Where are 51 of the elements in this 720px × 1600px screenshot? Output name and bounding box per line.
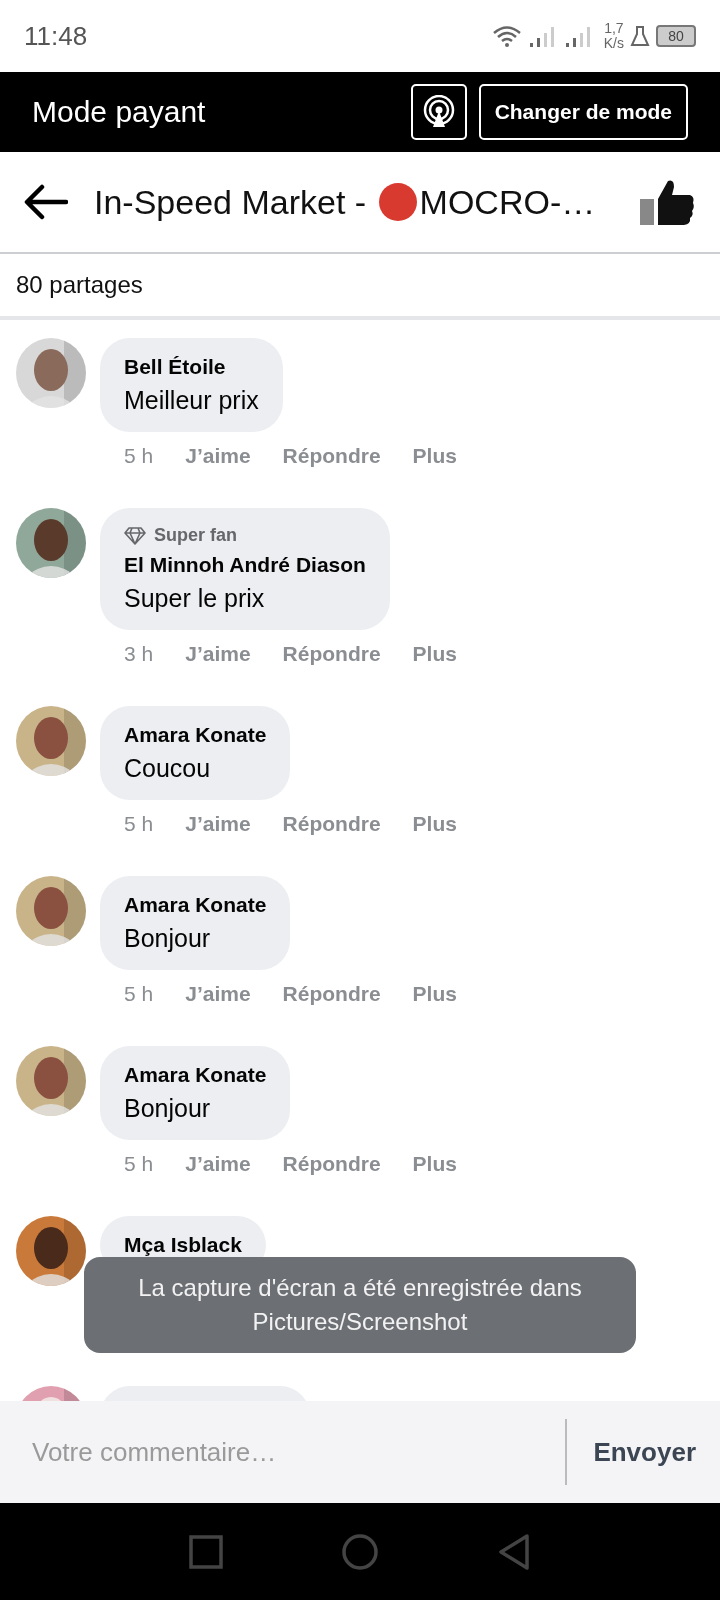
comment-time: 5 h (124, 1152, 154, 1176)
page-title: MOCRO-… (419, 182, 596, 222)
comment-time: 5 h (124, 982, 154, 1006)
comment-text: Meilleur prix (124, 386, 259, 415)
comment-action[interactable]: J’aime (185, 444, 251, 468)
battery-indicator: 80 (656, 25, 696, 47)
page-title: In-Speed Market - (94, 182, 368, 222)
network-speed: 1,7 (604, 21, 624, 36)
change-mode-button[interactable]: Changer de mode (478, 84, 688, 140)
live-dot-icon (377, 182, 418, 222)
comment-action[interactable]: Répondre (282, 444, 381, 468)
comment-action[interactable]: Plus (412, 444, 457, 468)
diamond-icon (124, 526, 146, 545)
toast-message: La capture d'écran a été enregistrée dans Pictures/Screenshot (84, 1257, 636, 1353)
comment-action[interactable]: J’aime (185, 1152, 251, 1176)
comment-text: Super le prix (124, 584, 266, 613)
comment-action[interactable]: Plus (412, 642, 457, 666)
comment-text: Bonjour (124, 924, 212, 953)
back-button[interactable] (24, 184, 68, 220)
comment-time: 5 h (124, 444, 154, 468)
comment-author[interactable]: El Minnoh André Diason (124, 553, 366, 577)
comment-text: Bonjour (124, 1094, 212, 1123)
shares-count[interactable]: 80 partages (16, 271, 143, 299)
comment-action[interactable]: Plus (412, 812, 457, 836)
comment-action[interactable]: J’aime (185, 982, 251, 1006)
comment-action[interactable]: Répondre (282, 812, 381, 836)
comment-author[interactable]: Amara Konate (124, 893, 267, 917)
comment-action[interactable]: Plus (412, 982, 457, 1006)
comment-author[interactable]: Amara Konate (124, 723, 267, 747)
comment-action[interactable]: Plus (412, 1152, 457, 1176)
comment-author[interactable]: Bell Étoile (124, 355, 259, 379)
comment-action[interactable]: Répondre (282, 1152, 381, 1176)
broadcast-button[interactable] (410, 84, 467, 140)
send-button[interactable]: Envoyer (565, 1401, 720, 1503)
wifi-icon (491, 25, 522, 47)
broadcast-icon (421, 95, 456, 129)
comment-author[interactable]: Mça Isblack (124, 1233, 242, 1257)
comment-time: 5 h (124, 812, 154, 836)
mode-title: Mode payant (32, 95, 207, 129)
comment-author[interactable]: Amara Konate (124, 1063, 267, 1087)
comment-text: Coucou (124, 754, 212, 783)
comment-action[interactable]: J’aime (185, 642, 251, 666)
flask-icon (630, 25, 650, 47)
comment-time: 3 h (124, 642, 154, 666)
comment-action[interactable]: J’aime (185, 812, 251, 836)
badge-label: Super fan (154, 525, 237, 546)
speed-unit: K/s (603, 36, 624, 51)
status-time: 11:48 (24, 20, 88, 52)
comment-action[interactable]: Répondre (282, 642, 381, 666)
comment-action[interactable]: Répondre (282, 982, 381, 1006)
comment-input[interactable]: Votre commentaire… (0, 1401, 566, 1503)
